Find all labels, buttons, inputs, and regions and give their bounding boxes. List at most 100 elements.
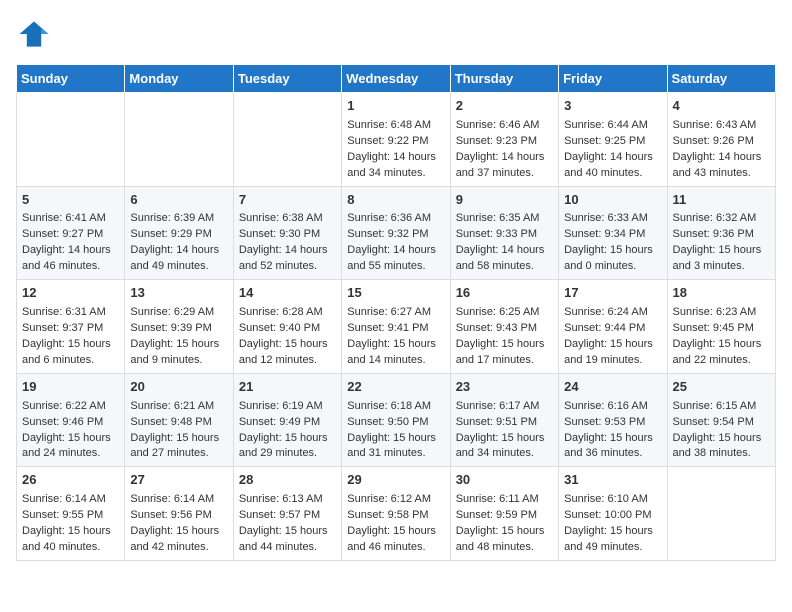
sunset-text: Sunset: 9:55 PM xyxy=(22,509,103,521)
sunrise-text: Sunrise: 6:23 AM xyxy=(673,306,757,318)
calendar-cell: 18Sunrise: 6:23 AMSunset: 9:45 PMDayligh… xyxy=(667,280,775,374)
calendar-week-row: 5 Sunrise: 6:41 AM Sunset: 9:27 PM Daylight… xyxy=(17,186,776,280)
day-number: 27 xyxy=(130,471,227,490)
sunrise-text: Sunrise: 6:28 AM xyxy=(239,306,323,318)
weekday-header-thursday: Thursday xyxy=(450,65,558,93)
sunrise-text: Sunrise: 6:41 AM xyxy=(22,212,106,224)
weekday-header-row: SundayMondayTuesdayWednesdayThursdayFrid… xyxy=(17,65,776,93)
daylight-text: Daylight: 15 hours and 24 minutes. xyxy=(22,432,111,460)
day-number: 3 xyxy=(564,97,661,116)
daylight-text: Daylight: 14 hours and 55 minutes. xyxy=(347,244,436,272)
calendar-cell: 14Sunrise: 6:28 AMSunset: 9:40 PMDayligh… xyxy=(233,280,341,374)
calendar-cell: 7Sunrise: 6:38 AMSunset: 9:30 PMDaylight… xyxy=(233,186,341,280)
day-number: 12 xyxy=(22,284,119,303)
day-number: 11 xyxy=(673,191,770,210)
sunset-text: Sunset: 9:44 PM xyxy=(564,322,645,334)
calendar-cell: 20 Sunrise: 6:21 AM Sunset: 9:48 PM Dayligh… xyxy=(125,373,233,467)
calendar-cell: 5Sunrise: 6:41 AMSunset: 9:27 PMDaylight… xyxy=(17,186,125,280)
calendar-cell xyxy=(667,467,775,561)
calendar-cell xyxy=(17,93,125,187)
sunset-text: Sunset: 9:30 PM xyxy=(239,228,320,240)
daylight-text: Daylight: 14 hours and 40 minutes. xyxy=(564,151,653,179)
weekday-header-saturday: Saturday xyxy=(667,65,775,93)
calendar-cell: 4Sunrise: 6:43 AMSunset: 9:26 PMDaylight… xyxy=(667,93,775,187)
sunset-text: Sunset: 9:58 PM xyxy=(347,509,428,521)
daylight-text: Daylight: 15 hours and 19 minutes. xyxy=(564,338,653,366)
sunrise-text: Sunrise: 6:19 AM xyxy=(239,400,323,412)
sunset-text: Sunset: 9:27 PM xyxy=(22,228,103,240)
day-number: 31 xyxy=(564,471,661,490)
day-number: 23 xyxy=(456,378,553,397)
daylight-text: Daylight: 15 hours and 38 minutes. xyxy=(673,432,762,460)
daylight-text: Daylight: 15 hours and 0 minutes. xyxy=(564,244,653,272)
calendar: SundayMondayTuesdayWednesdayThursdayFrid… xyxy=(16,64,776,561)
calendar-week-row: 19Sunrise: 6:22 AMSunset: 9:46 PMDayligh… xyxy=(17,373,776,467)
sunset-text: Sunset: 9:22 PM xyxy=(347,135,428,147)
day-number: 9 xyxy=(456,191,553,210)
daylight-text: Daylight: 15 hours and 17 minutes. xyxy=(456,338,545,366)
weekday-header-monday: Monday xyxy=(125,65,233,93)
sunrise-text: Sunrise: 6:14 AM xyxy=(22,493,106,505)
sunrise-text: Sunrise: 6:16 AM xyxy=(564,400,648,412)
sunset-text: Sunset: 9:29 PM xyxy=(130,228,211,240)
sunset-text: Sunset: 9:39 PM xyxy=(130,322,211,334)
daylight-text: Daylight: 14 hours and 37 minutes. xyxy=(456,151,545,179)
day-number: 22 xyxy=(347,378,444,397)
day-number: 14 xyxy=(239,284,336,303)
daylight-text: Daylight: 15 hours and 3 minutes. xyxy=(673,244,762,272)
calendar-cell: 19Sunrise: 6:22 AMSunset: 9:46 PMDayligh… xyxy=(17,373,125,467)
sunset-text: Sunset: 9:26 PM xyxy=(673,135,754,147)
day-number: 6 xyxy=(130,191,227,210)
daylight-text: Daylight: 15 hours and 31 minutes. xyxy=(347,432,436,460)
daylight-text: Daylight: 15 hours and 48 minutes. xyxy=(456,525,545,553)
sunrise-text: Sunrise: 6:33 AM xyxy=(564,212,648,224)
sunset-text: Sunset: 9:49 PM xyxy=(239,416,320,428)
sunrise-text: Sunrise: 6:48 AM xyxy=(347,119,431,131)
calendar-cell: 30Sunrise: 6:11 AMSunset: 9:59 PMDayligh… xyxy=(450,467,558,561)
day-number: 15 xyxy=(347,284,444,303)
sunrise-text: Sunrise: 6:43 AM xyxy=(673,119,757,131)
calendar-cell: 17Sunrise: 6:24 AMSunset: 9:44 PMDayligh… xyxy=(559,280,667,374)
sunset-text: Sunset: 9:34 PM xyxy=(564,228,645,240)
calendar-cell: 24Sunrise: 6:16 AMSunset: 9:53 PMDayligh… xyxy=(559,373,667,467)
daylight-text: Daylight: 15 hours and 40 minutes. xyxy=(22,525,111,553)
sunset-text: Sunset: 9:53 PM xyxy=(564,416,645,428)
sunrise-text: Sunrise: 6:29 AM xyxy=(130,306,214,318)
day-number: 7 xyxy=(239,191,336,210)
sunset-text: Sunset: 9:51 PM xyxy=(456,416,537,428)
weekday-header-wednesday: Wednesday xyxy=(342,65,450,93)
weekday-header-friday: Friday xyxy=(559,65,667,93)
weekday-header-tuesday: Tuesday xyxy=(233,65,341,93)
day-number: 25 xyxy=(673,378,770,397)
sunrise-text: Sunrise: 6:18 AM xyxy=(347,400,431,412)
calendar-cell: 29Sunrise: 6:12 AMSunset: 9:58 PMDayligh… xyxy=(342,467,450,561)
logo xyxy=(16,16,56,52)
sunset-text: Sunset: 9:48 PM xyxy=(130,416,211,428)
calendar-cell: 11Sunrise: 6:32 AMSunset: 9:36 PMDayligh… xyxy=(667,186,775,280)
day-number: 8 xyxy=(347,191,444,210)
sunrise-text: Sunrise: 6:11 AM xyxy=(456,493,539,505)
day-number: 16 xyxy=(456,284,553,303)
calendar-cell: 28Sunrise: 6:13 AMSunset: 9:57 PMDayligh… xyxy=(233,467,341,561)
day-number: 10 xyxy=(564,191,661,210)
day-number: 19 xyxy=(22,378,119,397)
sunrise-text: Sunrise: 6:14 AM xyxy=(130,493,214,505)
sunrise-text: Sunrise: 6:36 AM xyxy=(347,212,431,224)
sunrise-text: Sunrise: 6:46 AM xyxy=(456,119,540,131)
day-number: 24 xyxy=(564,378,661,397)
sunset-text: Sunset: 9:54 PM xyxy=(673,416,754,428)
day-number: 17 xyxy=(564,284,661,303)
day-number: 20 xyxy=(130,378,227,397)
sunset-text: Sunset: 9:37 PM xyxy=(22,322,103,334)
day-number: 21 xyxy=(239,378,336,397)
day-number: 28 xyxy=(239,471,336,490)
sunrise-text: Sunrise: 6:21 AM xyxy=(130,400,214,412)
sunset-text: Sunset: 9:23 PM xyxy=(456,135,537,147)
sunset-text: Sunset: 9:59 PM xyxy=(456,509,537,521)
sunrise-text: Sunrise: 6:39 AM xyxy=(130,212,214,224)
calendar-cell: 21Sunrise: 6:19 AMSunset: 9:49 PMDayligh… xyxy=(233,373,341,467)
daylight-text: Daylight: 15 hours and 42 minutes. xyxy=(130,525,219,553)
sunrise-text: Sunrise: 6:10 AM xyxy=(564,493,648,505)
day-number: 5 xyxy=(22,191,119,210)
daylight-text: Daylight: 15 hours and 27 minutes. xyxy=(130,432,219,460)
